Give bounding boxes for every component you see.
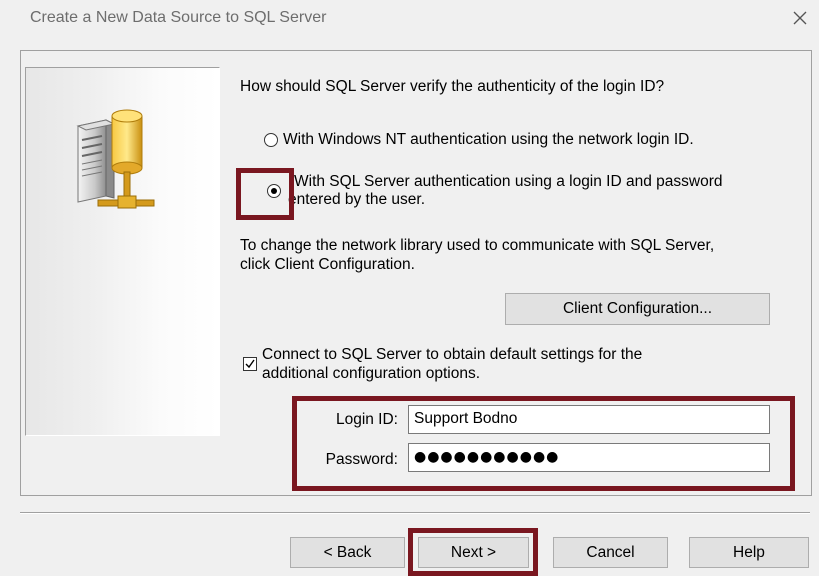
checkmark-icon bbox=[245, 359, 255, 369]
credentials-highlight-box bbox=[292, 396, 795, 491]
connect-checkbox[interactable] bbox=[243, 357, 257, 371]
database-server-icon bbox=[76, 109, 155, 209]
network-library-text-line1: To change the network library used to co… bbox=[240, 237, 715, 254]
cancel-button[interactable]: Cancel bbox=[553, 537, 668, 568]
auth-question: How should SQL Server verify the authent… bbox=[240, 78, 665, 95]
radio-windows-auth[interactable] bbox=[264, 133, 278, 147]
connect-checkbox-label-line2[interactable]: additional configuration options. bbox=[262, 365, 480, 383]
next-highlight-box bbox=[408, 528, 538, 576]
window-title: Create a New Data Source to SQL Server bbox=[30, 9, 327, 26]
network-library-text-line2: click Client Configuration. bbox=[240, 256, 415, 273]
radio-sql-auth-label-line1[interactable]: With SQL Server authentication using a l… bbox=[294, 173, 723, 191]
radio-highlight-box bbox=[236, 168, 294, 220]
client-configuration-button[interactable]: Client Configuration... bbox=[505, 293, 770, 325]
radio-windows-auth-label[interactable]: With Windows NT authentication using the… bbox=[283, 131, 694, 149]
radio-sql-auth-label-line2[interactable]: entered by the user. bbox=[288, 191, 425, 209]
close-icon[interactable] bbox=[786, 4, 814, 32]
connect-checkbox-label-line1[interactable]: Connect to SQL Server to obtain default … bbox=[262, 346, 642, 364]
footer-separator bbox=[20, 512, 810, 514]
help-button[interactable]: Help bbox=[689, 537, 809, 568]
wizard-art-panel bbox=[25, 67, 220, 436]
back-button[interactable]: < Back bbox=[290, 537, 405, 568]
